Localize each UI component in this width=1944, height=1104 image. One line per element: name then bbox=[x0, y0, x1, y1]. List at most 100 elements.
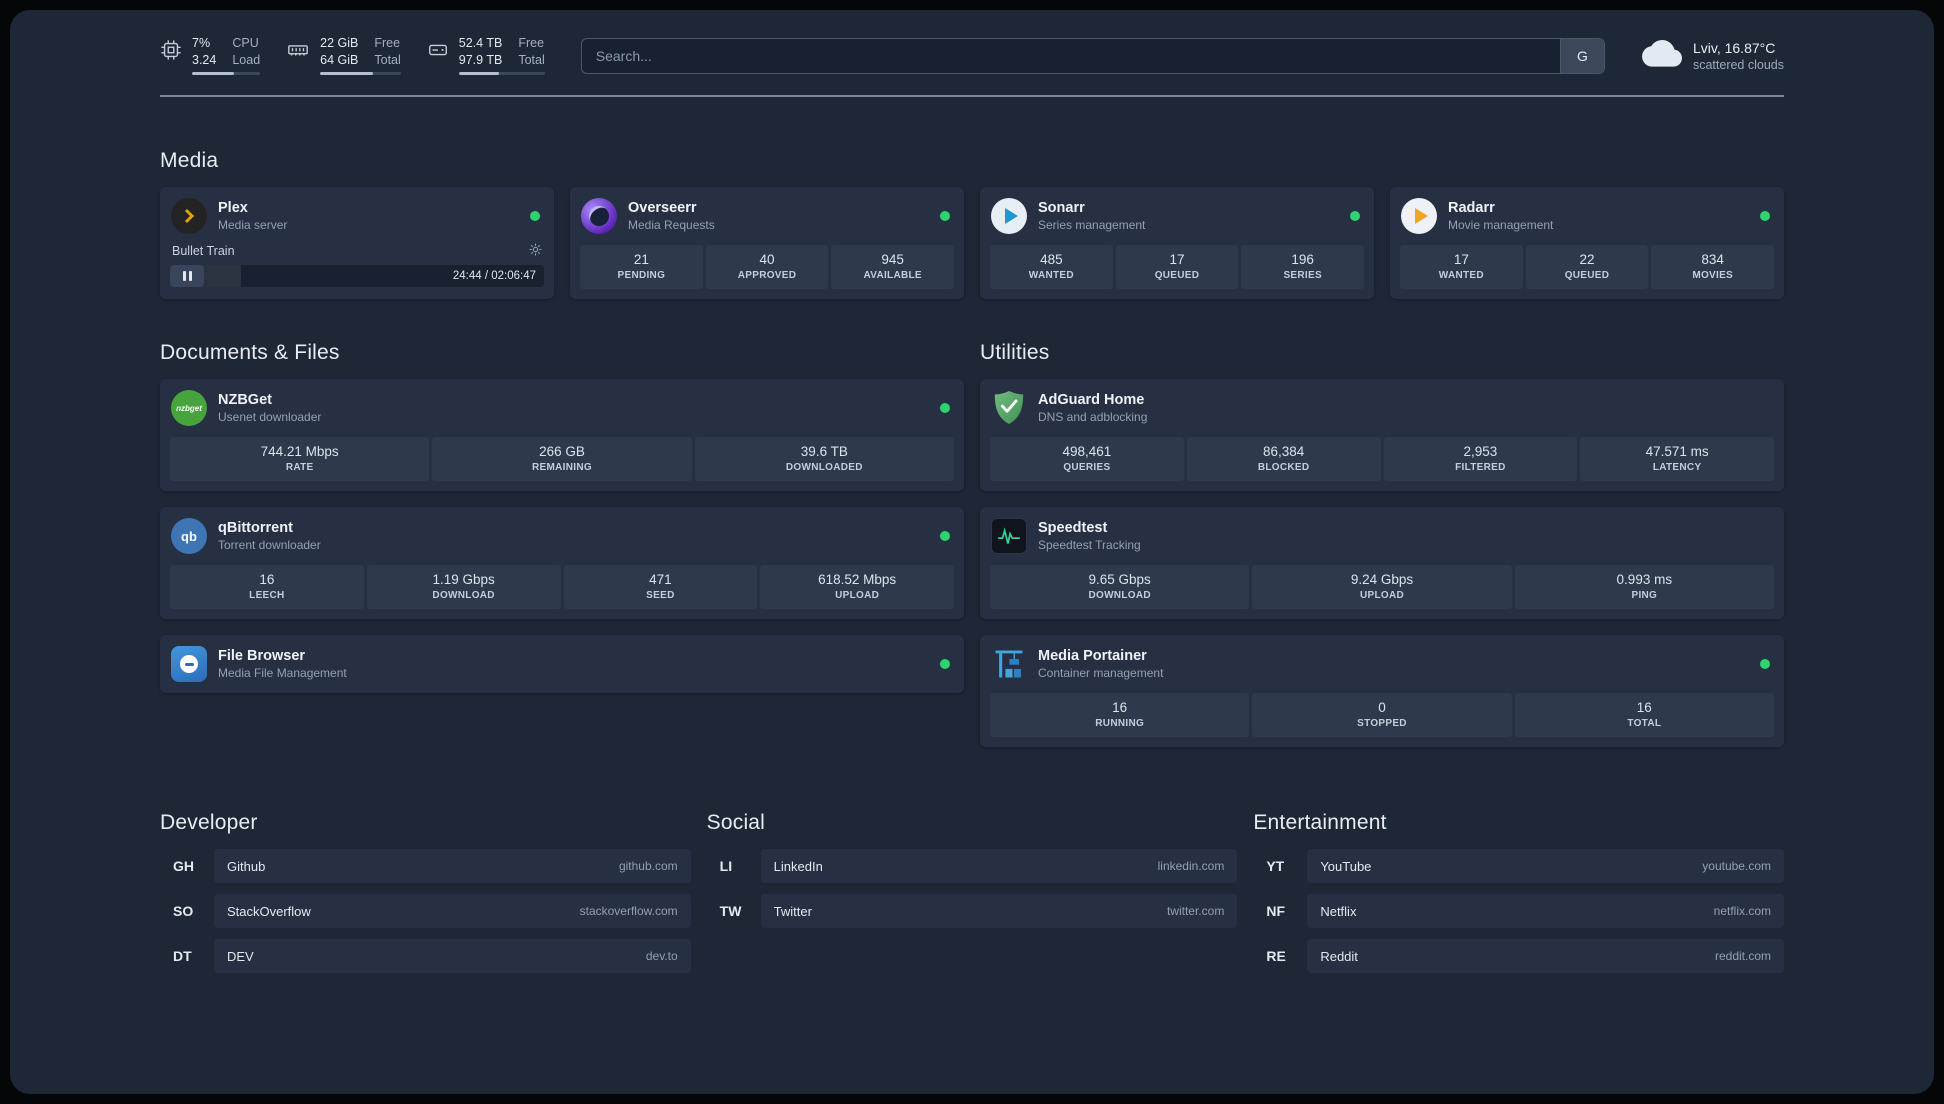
service-description: Media Requests bbox=[628, 218, 715, 232]
stat-tile: 17 WANTED bbox=[1400, 245, 1523, 289]
bookmark-domain: twitter.com bbox=[1166, 904, 1225, 918]
stat-tile: 196 SERIES bbox=[1241, 245, 1365, 289]
stat-tile: 0.993 ms PING bbox=[1514, 565, 1774, 609]
bookmark-name: LinkedIn bbox=[773, 858, 823, 874]
service-card-qbittorrent[interactable]: qb qBittorrent Torrent downloader 16 LEE… bbox=[160, 507, 964, 619]
stat-tile: 485 WANTED bbox=[990, 245, 1113, 289]
search-provider-button[interactable]: G bbox=[1559, 38, 1604, 73]
bookmark-abbr: SO bbox=[173, 903, 194, 919]
service-description: Media File Management bbox=[218, 666, 347, 680]
section-title: Utilities bbox=[980, 341, 1050, 364]
bookmark-linkedin[interactable]: LI LinkedIn linkedin.com bbox=[707, 849, 1238, 883]
service-description: DNS and adblocking bbox=[1038, 410, 1148, 424]
resource-value: 22 GiB bbox=[320, 36, 359, 51]
service-card-speedtest[interactable]: Speedtest Speedtest Tracking 9.65 Gbps D… bbox=[980, 507, 1784, 619]
stat-tile: 16 TOTAL bbox=[1514, 693, 1774, 737]
stat-tile: 945 AVAILABLE bbox=[831, 245, 955, 289]
service-card-sonarr[interactable]: Sonarr Series management 485 WANTED 17 Q… bbox=[980, 187, 1374, 299]
bookmark-stackoverflow[interactable]: SO StackOverflow stackoverflow.com bbox=[160, 894, 691, 928]
stat-tile: 266 GB REMAINING bbox=[432, 437, 692, 481]
service-card-plex[interactable]: Plex Media server Bullet Train 24:44 / 0… bbox=[160, 187, 554, 299]
filebrowser-icon bbox=[170, 645, 208, 683]
service-card-overseerr[interactable]: Overseerr Media Requests 21 PENDING 40 A… bbox=[570, 187, 964, 299]
service-card-portainer[interactable]: Media Portainer Container management 16 … bbox=[980, 635, 1784, 747]
nzbget-icon: nzbget bbox=[170, 389, 208, 427]
service-name: Sonarr bbox=[1038, 200, 1085, 216]
bookmark-netflix[interactable]: NF Netflix netflix.com bbox=[1253, 894, 1784, 928]
service-name: NZBGet bbox=[218, 392, 272, 408]
search-input[interactable] bbox=[581, 38, 1560, 73]
bookmark-abbr: TW bbox=[719, 903, 742, 919]
memory-icon bbox=[286, 39, 310, 61]
playback-progress-bar[interactable]: 24:44 / 02:06:47 bbox=[170, 265, 544, 287]
bookmark-twitter[interactable]: TW Twitter twitter.com bbox=[707, 894, 1238, 928]
section-social: Social LI LinkedIn linkedin.com TW Twitt… bbox=[707, 811, 1238, 939]
overseerr-icon bbox=[580, 197, 618, 235]
section-title: Media bbox=[160, 149, 219, 172]
service-card-radarr[interactable]: Radarr Movie management 17 WANTED 22 QUE… bbox=[1390, 187, 1784, 299]
service-card-filebrowser[interactable]: File Browser Media File Management bbox=[160, 635, 964, 693]
portainer-icon bbox=[990, 645, 1028, 683]
service-description: Media server bbox=[218, 218, 288, 232]
bookmark-name: Github bbox=[227, 858, 266, 874]
speedtest-icon bbox=[990, 517, 1028, 555]
playback-time: 24:44 / 02:06:47 bbox=[452, 270, 536, 282]
stat-tile: 471 SEED bbox=[563, 565, 758, 609]
service-description: Series management bbox=[1038, 218, 1146, 232]
bookmark-github[interactable]: GH Github github.com bbox=[160, 849, 691, 883]
section-media: Media Plex Media server Bullet Train 24:… bbox=[160, 149, 1784, 299]
section-title: Social bbox=[706, 811, 766, 834]
resource-label: CPU bbox=[232, 36, 259, 51]
service-description: Speedtest Tracking bbox=[1038, 538, 1141, 552]
dashboard: 7% 3.24 CPU Load 22 GiB 64 GiB Free Tota… bbox=[10, 10, 1934, 1094]
stat-tile: 86,384 BLOCKED bbox=[1186, 437, 1381, 481]
stat-tile: 834 MOVIES bbox=[1651, 245, 1775, 289]
service-card-nzbget[interactable]: nzbget NZBGet Usenet downloader 744.21 M… bbox=[160, 379, 964, 491]
gear-icon[interactable] bbox=[529, 243, 542, 259]
section-title: Entertainment bbox=[1253, 811, 1387, 834]
pause-button[interactable] bbox=[170, 265, 204, 287]
resource-label: Total bbox=[374, 52, 401, 67]
weather-widget[interactable]: Lviv, 16.87°C scattered clouds bbox=[1641, 36, 1784, 75]
cpu-icon bbox=[160, 39, 182, 61]
bookmark-abbr: LI bbox=[719, 858, 733, 874]
header-divider bbox=[160, 95, 1784, 97]
resource-value: 3.24 bbox=[192, 52, 217, 67]
stat-tile: 40 APPROVED bbox=[705, 245, 829, 289]
stat-tile: 1.19 Gbps DOWNLOAD bbox=[366, 565, 561, 609]
cpu-progress-bar bbox=[192, 71, 261, 75]
cloud-icon bbox=[1641, 36, 1683, 75]
service-name: Radarr bbox=[1448, 200, 1495, 216]
service-description: Usenet downloader bbox=[218, 410, 322, 424]
resource-label: Free bbox=[374, 36, 401, 51]
bookmark-name: Reddit bbox=[1320, 948, 1358, 964]
resource-value: 97.9 TB bbox=[458, 52, 503, 67]
bookmark-dev[interactable]: DT DEV dev.to bbox=[160, 939, 691, 973]
service-name: Speedtest bbox=[1038, 520, 1108, 536]
bookmark-youtube[interactable]: YT YouTube youtube.com bbox=[1253, 849, 1784, 883]
bookmark-reddit[interactable]: RE Reddit reddit.com bbox=[1253, 939, 1784, 973]
status-dot bbox=[940, 531, 950, 541]
plex-icon bbox=[170, 197, 208, 235]
stat-tile: 9.24 Gbps UPLOAD bbox=[1252, 565, 1512, 609]
bookmark-domain: stackoverflow.com bbox=[579, 904, 678, 918]
plex-now-playing: Bullet Train 24:44 / 02:06:47 bbox=[170, 243, 544, 287]
status-dot bbox=[1760, 211, 1770, 221]
bookmark-abbr: RE bbox=[1266, 948, 1286, 964]
section-documents: Documents & Files nzbget NZBGet Usenet d… bbox=[160, 341, 964, 693]
stat-tile: 498,461 QUERIES bbox=[990, 437, 1184, 481]
bookmark-abbr: NF bbox=[1266, 903, 1285, 919]
status-dot bbox=[940, 211, 950, 221]
service-name: File Browser bbox=[218, 648, 306, 664]
radarr-icon bbox=[1400, 197, 1438, 235]
service-card-adguard[interactable]: AdGuard Home DNS and adblocking 498,461 … bbox=[980, 379, 1784, 491]
section-utilities: Utilities AdGuard Home DNS and adblockin… bbox=[980, 341, 1784, 747]
section-entertainment: Entertainment YT YouTube youtube.com NF … bbox=[1253, 811, 1784, 984]
resource-value: 7% bbox=[192, 36, 211, 51]
bookmark-abbr: YT bbox=[1266, 858, 1285, 874]
memory-widget: 22 GiB 64 GiB Free Total bbox=[286, 36, 401, 75]
stat-tile: 17 QUEUED bbox=[1115, 245, 1239, 289]
search-bar: G bbox=[580, 37, 1605, 74]
status-dot bbox=[940, 403, 950, 413]
bookmark-name: YouTube bbox=[1320, 858, 1372, 874]
